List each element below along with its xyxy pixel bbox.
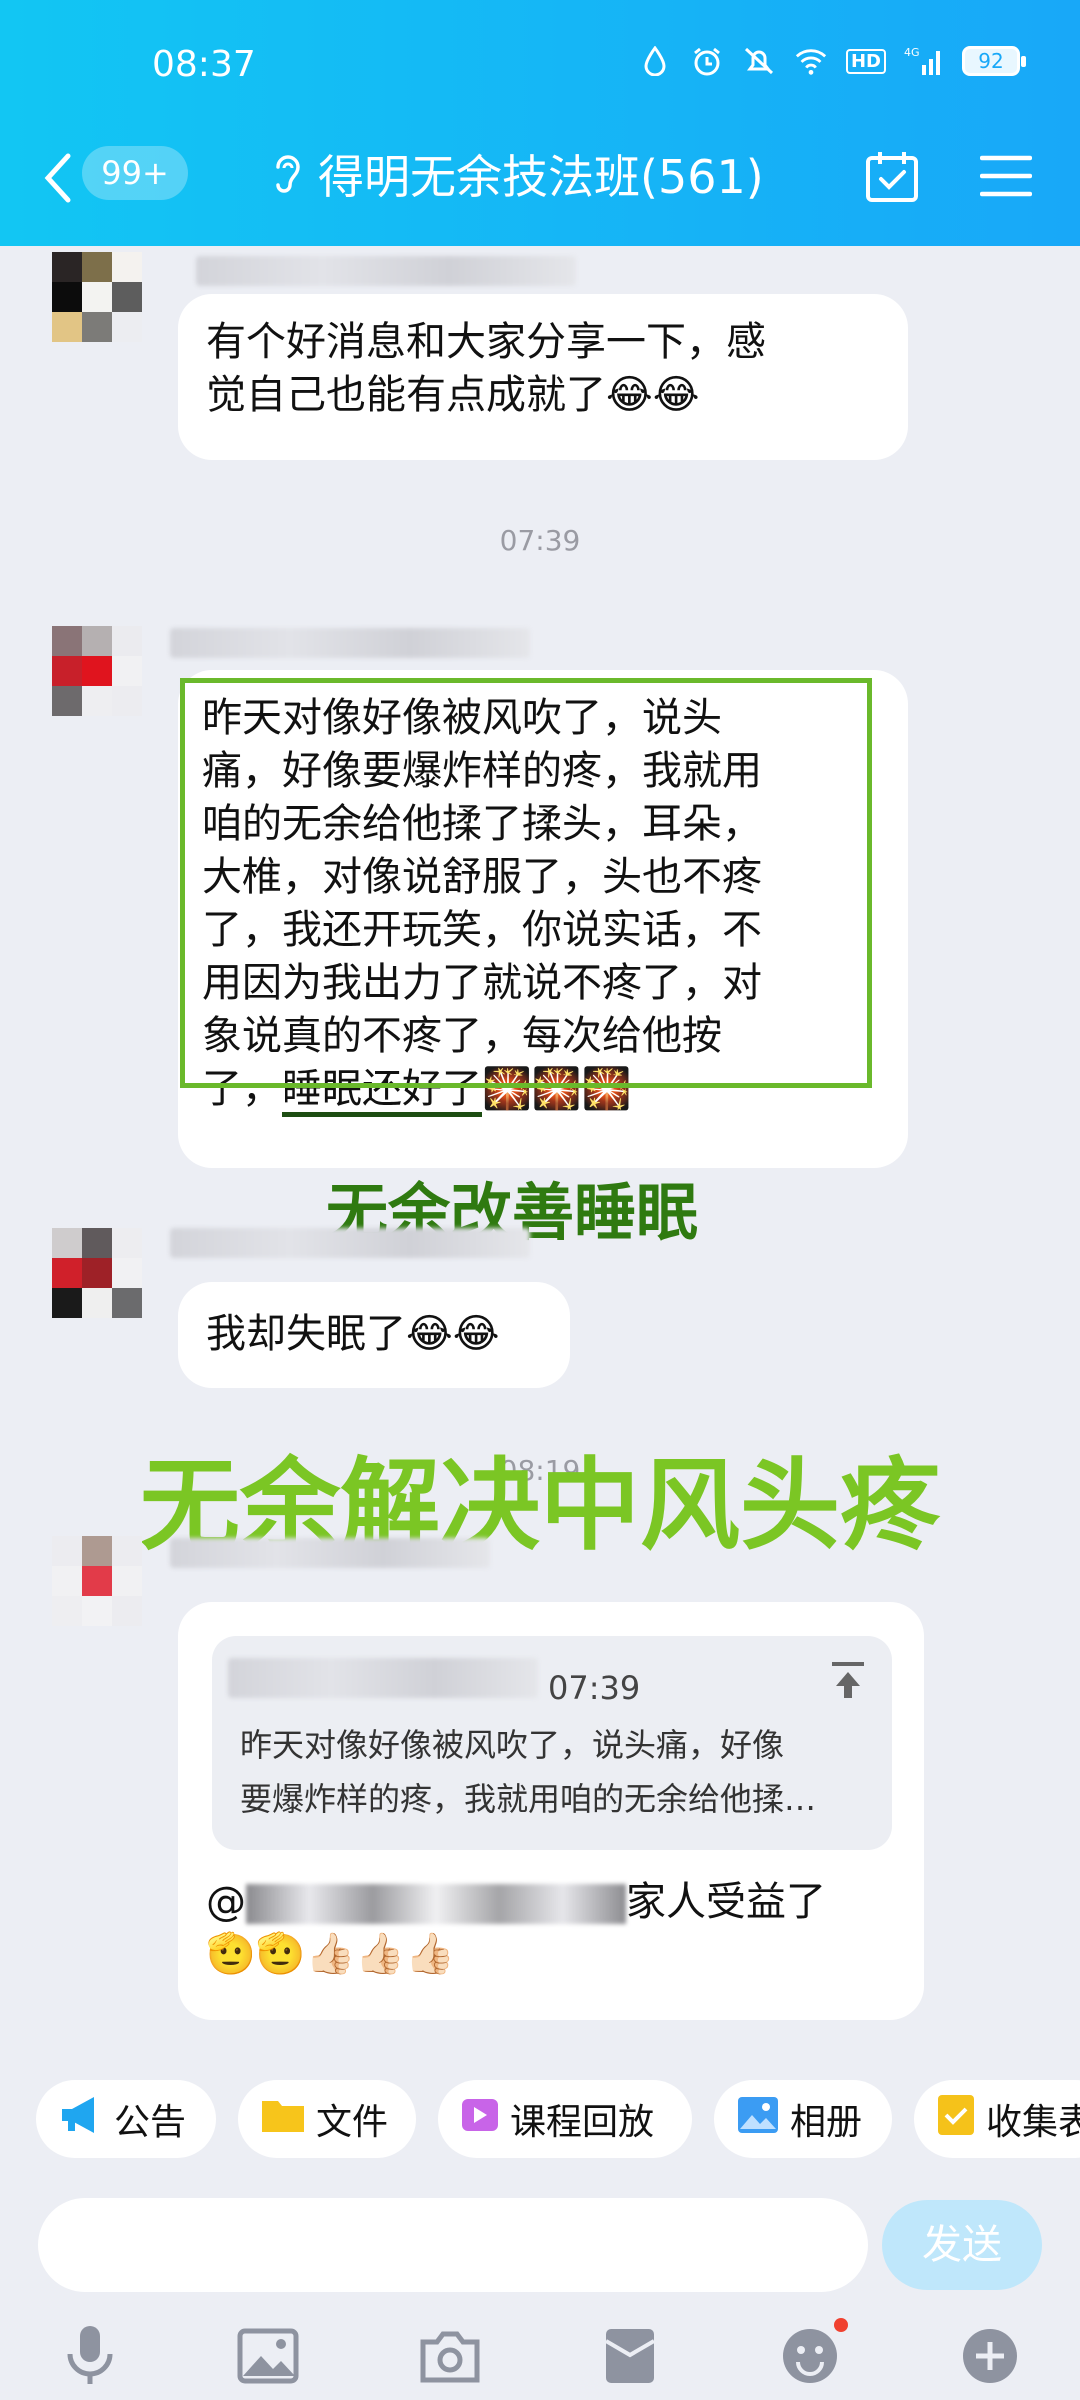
camera-icon[interactable] xyxy=(418,2324,482,2388)
reply-emojis: 🫡🫡👍🏻👍🏻👍🏻 xyxy=(206,1931,456,1977)
photo-album-icon xyxy=(736,2095,780,2144)
megaphone-icon xyxy=(58,2095,104,2144)
sender-name-blurred xyxy=(170,1538,490,1568)
status-icons: HD 4G 92 xyxy=(638,44,1026,78)
shortcut-bar: 公告 文件 课程回放 相册 收集表 xyxy=(0,2074,1080,2164)
chip-label: 相册 xyxy=(790,2102,863,2143)
water-drop-icon xyxy=(638,44,672,78)
announcement-chip[interactable]: 公告 xyxy=(36,2080,216,2158)
status-bar: 08:37 HD 4G 92 xyxy=(0,0,1080,120)
form-check-icon xyxy=(936,2093,976,2146)
battery-indicator: 92 xyxy=(962,46,1026,76)
microphone-icon[interactable] xyxy=(58,2324,122,2388)
chip-label: 公告 xyxy=(114,2102,187,2143)
chat-title-group[interactable]: 得明无余技法班(561) xyxy=(270,144,764,204)
quoted-text-line: 要爆炸样的疼，我就用咱的无余给他揉… xyxy=(240,1780,817,1818)
calendar-check-icon[interactable] xyxy=(864,148,920,208)
unread-count-badge[interactable]: 99+ xyxy=(82,146,188,200)
folder-icon xyxy=(260,2095,306,2144)
input-row: 发送 xyxy=(0,2190,1080,2300)
chat-title: 得明无余技法班(561) xyxy=(318,150,764,204)
mute-icon xyxy=(742,44,776,78)
send-button[interactable]: 发送 xyxy=(882,2200,1042,2290)
bottom-toolbar xyxy=(0,2310,1080,2400)
quoted-time: 07:39 xyxy=(548,1669,641,1707)
chat-area[interactable]: 有个好消息和大家分享一下，感 觉自己也能有点成就了😂😂 07:39 昨天对像好像… xyxy=(0,246,1080,2046)
red-packet-icon[interactable] xyxy=(598,2324,662,2388)
quoted-message[interactable]: 07:39 昨天对像好像被风吹了，说头痛，好像 要爆炸样的疼，我就用咱的无余给他… xyxy=(212,1636,892,1850)
reply-text: @ 家人受益了 🫡🫡👍🏻👍🏻👍🏻 xyxy=(206,1876,906,1980)
chip-label: 课程回放 xyxy=(510,2102,655,2143)
jump-to-top-icon[interactable] xyxy=(828,1660,868,1714)
image-icon[interactable] xyxy=(236,2324,300,2388)
reply-text-content: 家人受益了 xyxy=(626,1879,826,1925)
reply-message-bubble[interactable]: 07:39 昨天对像好像被风吹了，说头痛，好像 要爆炸样的疼，我就用咱的无余给他… xyxy=(178,1602,924,2020)
album-chip[interactable]: 相册 xyxy=(714,2080,892,2158)
message-input[interactable] xyxy=(38,2198,868,2292)
avatar[interactable] xyxy=(52,626,142,716)
notification-dot xyxy=(834,2318,848,2332)
nav-actions xyxy=(864,148,1033,208)
course-replay-chip[interactable]: 课程回放 xyxy=(438,2080,692,2158)
avatar[interactable] xyxy=(52,1536,142,1626)
collect-form-chip[interactable]: 收集表 xyxy=(914,2080,1080,2158)
chip-label: 收集表 xyxy=(986,2102,1080,2143)
emoji-icon[interactable] xyxy=(778,2318,848,2388)
mention-at: @ xyxy=(206,1879,246,1925)
message-text-line: 觉自己也能有点成就了😂😂 xyxy=(206,372,700,418)
sender-name-blurred xyxy=(170,628,530,658)
signal-icon: 4G xyxy=(904,44,944,78)
sender-name-blurred xyxy=(170,1228,530,1258)
message-bubble[interactable]: 有个好消息和大家分享一下，感 觉自己也能有点成就了😂😂 xyxy=(178,294,908,460)
files-chip[interactable]: 文件 xyxy=(238,2080,416,2158)
quoted-sender-blurred xyxy=(228,1658,538,1698)
timestamp: 07:39 xyxy=(499,524,581,557)
avatar[interactable] xyxy=(52,252,142,342)
wifi-icon xyxy=(794,44,828,78)
plus-icon[interactable] xyxy=(958,2324,1022,2388)
hd-badge: HD xyxy=(845,48,886,74)
nav-bar: 99+ 得明无余技法班(561) xyxy=(0,140,1080,220)
video-replay-icon xyxy=(460,2095,500,2144)
back-arrow-icon[interactable] xyxy=(40,150,76,210)
highlight-box xyxy=(180,678,872,1088)
top-header: 08:37 HD 4G 92 99+ 得明无余技法班(561) xyxy=(0,0,1080,246)
alarm-icon xyxy=(690,44,724,78)
ear-icon xyxy=(270,149,304,199)
avatar[interactable] xyxy=(52,1228,142,1318)
chip-label: 文件 xyxy=(316,2102,389,2143)
quoted-text-line: 昨天对像好像被风吹了，说头痛，好像 xyxy=(240,1726,785,1764)
message-text-line: 有个好消息和大家分享一下，感 xyxy=(206,319,766,365)
svg-text:4G: 4G xyxy=(904,46,920,59)
sender-name-blurred xyxy=(196,256,576,286)
message-bubble[interactable]: 我却失眠了😂😂 xyxy=(178,1282,570,1388)
quoted-text: 昨天对像好像被风吹了，说头痛，好像 要爆炸样的疼，我就用咱的无余给他揉… xyxy=(240,1718,840,1826)
message-text: 我却失眠了😂😂 xyxy=(206,1311,500,1357)
mention-name-blurred xyxy=(246,1884,626,1924)
menu-icon[interactable] xyxy=(979,148,1033,208)
status-time: 08:37 xyxy=(152,44,256,85)
